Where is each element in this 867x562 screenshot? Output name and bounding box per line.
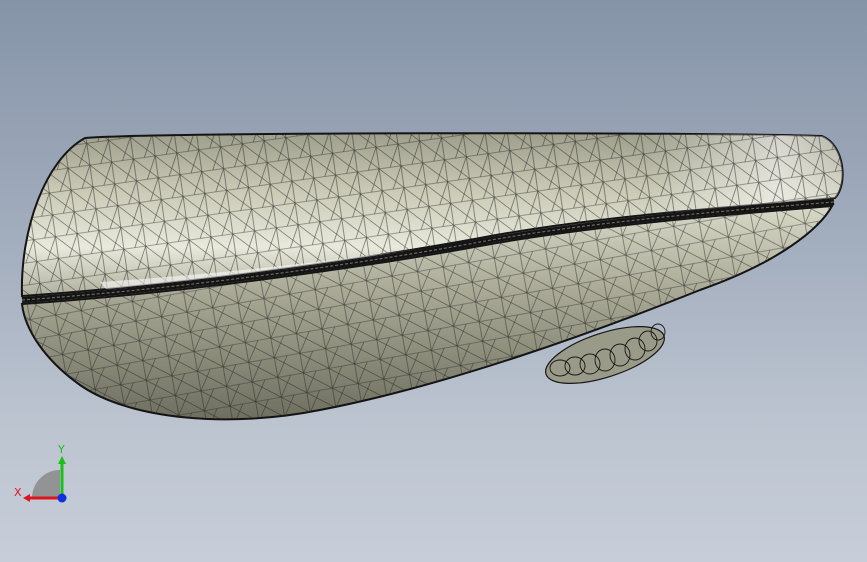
x-axis-label: X	[14, 486, 22, 499]
coordinate-triad: X Y	[14, 443, 67, 503]
graphics-viewport[interactable]: X Y	[0, 0, 867, 562]
y-axis-label: Y	[57, 443, 65, 456]
y-axis-arrowhead-icon	[58, 456, 66, 464]
3d-model-view[interactable]	[0, 0, 867, 562]
triad-plane-icon	[32, 470, 60, 498]
x-axis-arrowhead-icon	[23, 494, 30, 502]
z-axis-dot-icon	[57, 493, 67, 503]
